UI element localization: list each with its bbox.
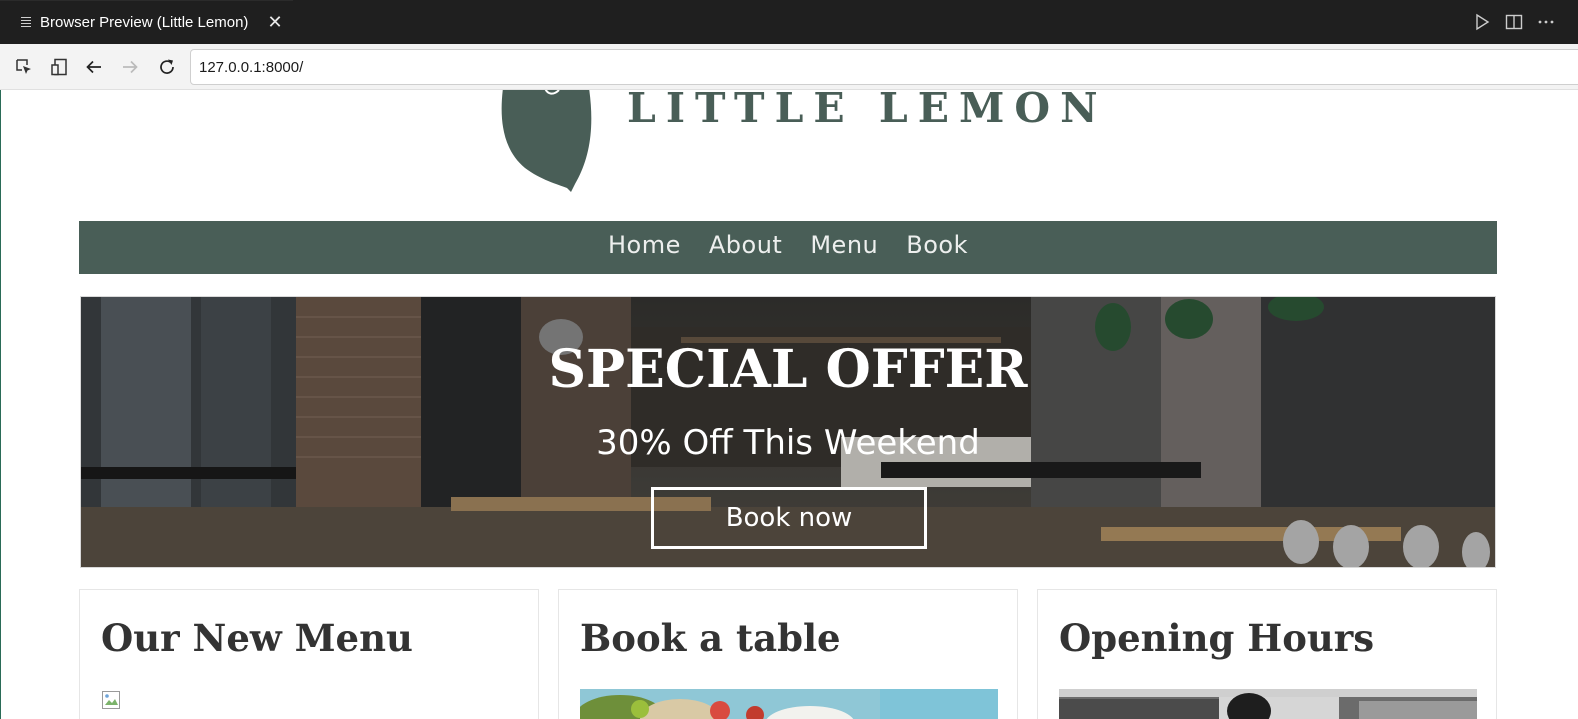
browser-toolbar [0, 44, 1578, 90]
hero-title: SPECIAL OFFER [548, 339, 1028, 400]
hero-subtitle: 30% Off This Weekend [596, 423, 980, 463]
close-icon[interactable]: ✕ [266, 12, 284, 32]
address-bar [190, 49, 1578, 85]
split-editor-icon[interactable] [1504, 12, 1524, 32]
nav-about-link[interactable]: About [709, 231, 782, 259]
run-icon[interactable] [1472, 12, 1492, 32]
logo-text: LITTLE LEMON [627, 90, 1108, 132]
more-icon[interactable] [1536, 12, 1556, 32]
card-new-menu: Our New Menu [79, 589, 539, 719]
site-logo[interactable]: LITTLE LEMON [497, 90, 1098, 195]
editor-tab-bar: Browser Preview (Little Lemon) ✕ [0, 0, 1578, 44]
lemon-leaf-icon [501, 90, 592, 192]
card-opening-hours: Opening Hours [1037, 589, 1497, 719]
broken-image-icon [102, 691, 120, 709]
card-title: Our New Menu [101, 616, 413, 660]
reload-icon[interactable] [157, 57, 177, 77]
book-now-button[interactable]: Book now [651, 487, 927, 549]
card-book-table: Book a table [558, 589, 1018, 719]
back-arrow-icon[interactable] [84, 57, 104, 77]
inspect-icon[interactable] [14, 57, 34, 77]
kitchen-photo [1059, 689, 1477, 719]
nav-book-link[interactable]: Book [906, 231, 968, 259]
url-input[interactable] [199, 57, 799, 77]
page-viewport: LITTLE LEMON Home About Menu Book SPECIA… [0, 90, 1578, 719]
forward-arrow-icon[interactable] [120, 57, 140, 77]
browser-preview-tab[interactable]: Browser Preview (Little Lemon) ✕ [0, 0, 293, 44]
card-title: Book a table [580, 616, 841, 660]
main-nav: Home About Menu Book [79, 221, 1497, 274]
device-toggle-icon[interactable] [49, 57, 69, 77]
special-offer-banner: SPECIAL OFFER 30% Off This Weekend Book … [80, 296, 1496, 568]
card-title: Opening Hours [1059, 616, 1375, 660]
salad-photo [580, 689, 998, 719]
preview-icon [21, 17, 31, 28]
tab-title: Browser Preview (Little Lemon) [40, 14, 249, 31]
nav-menu-link[interactable]: Menu [810, 231, 878, 259]
nav-home-link[interactable]: Home [608, 231, 681, 259]
